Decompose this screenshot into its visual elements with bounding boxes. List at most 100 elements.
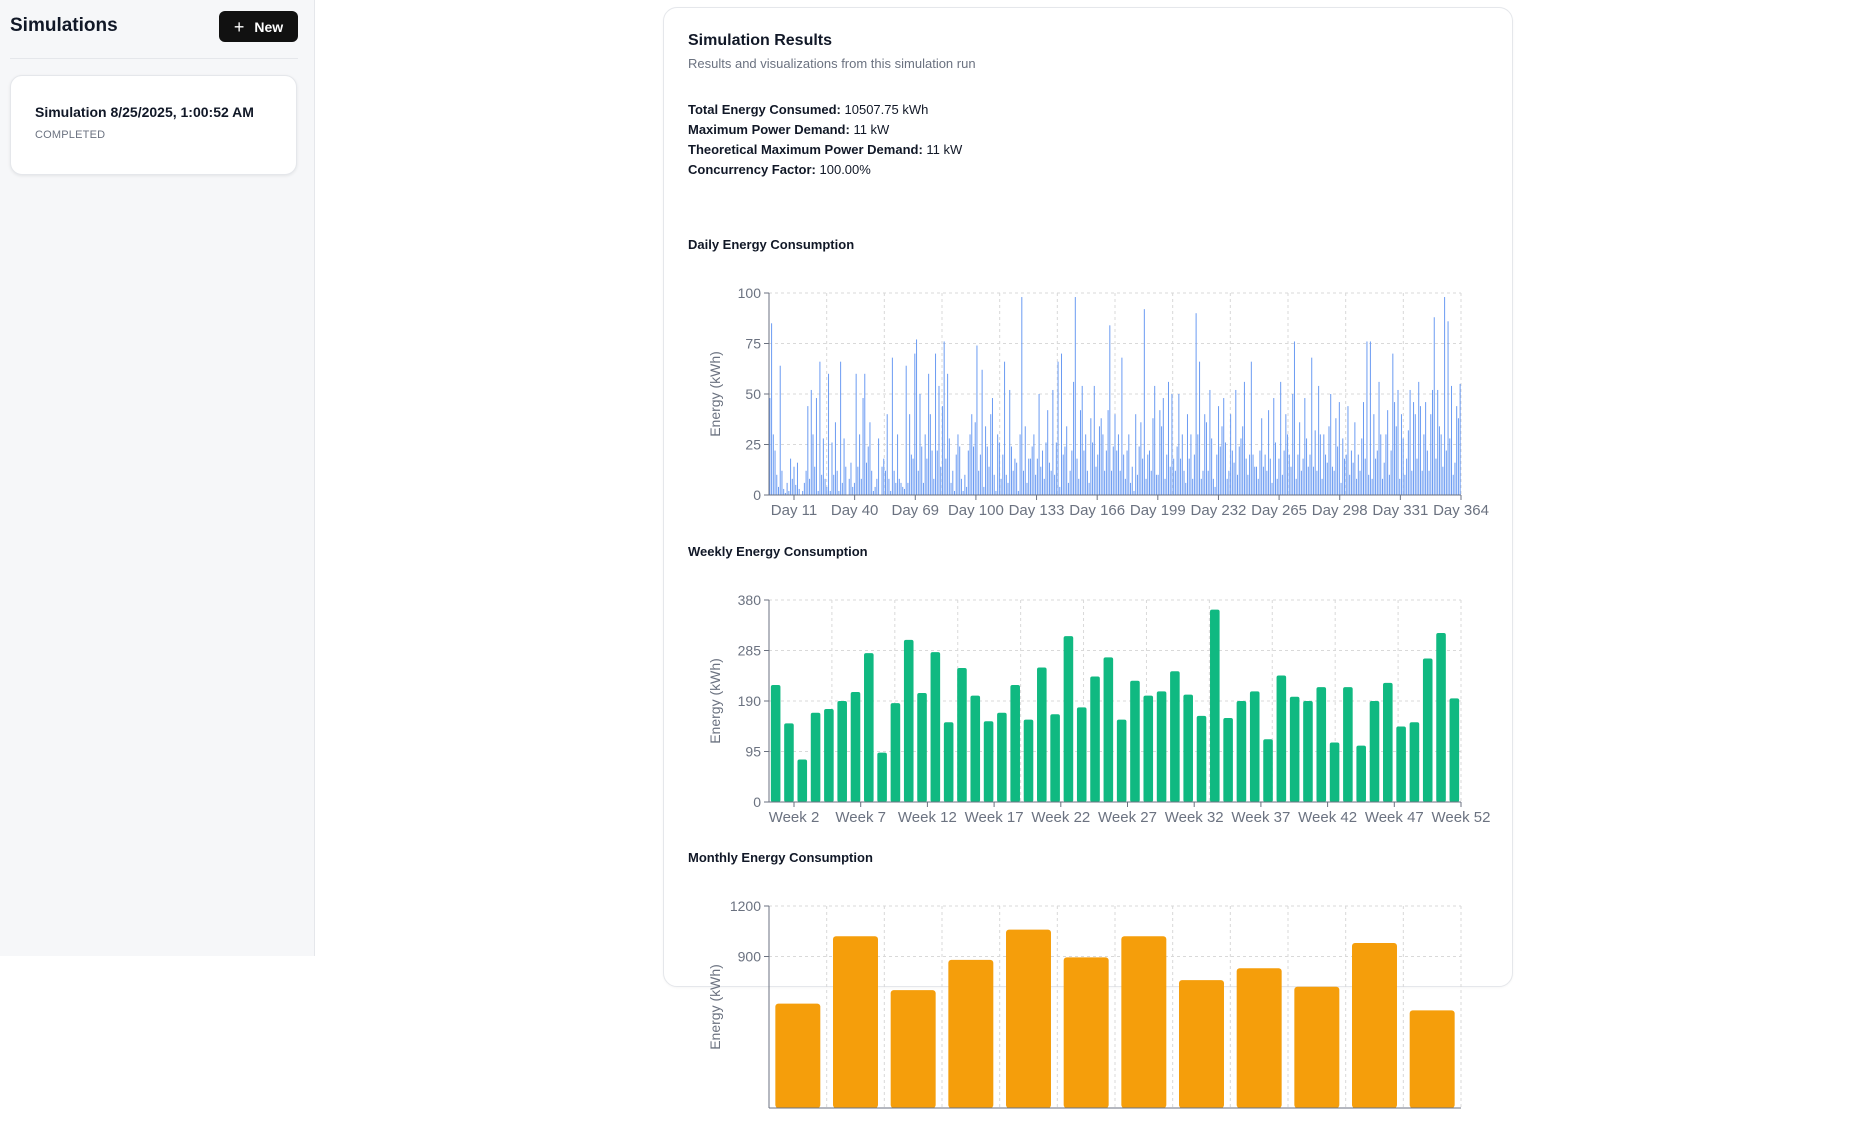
chart-bar <box>1454 462 1456 495</box>
chart-bar <box>1452 474 1454 495</box>
chart-bar <box>883 458 885 495</box>
chart-bar <box>848 478 850 495</box>
chart-bar <box>1240 438 1242 495</box>
chart-bar <box>888 478 890 495</box>
chart-bar <box>1028 458 1030 495</box>
chart-bar <box>1012 470 1014 495</box>
y-tick-label: 75 <box>745 336 761 352</box>
chart-bar <box>809 478 811 495</box>
chart-bar <box>1181 434 1183 495</box>
simulation-status: COMPLETED <box>35 129 106 141</box>
chart-bar <box>864 373 866 495</box>
chart-bar <box>881 466 883 495</box>
chart-bar <box>993 474 995 495</box>
chart-bar <box>824 708 834 802</box>
stat-label: Concurrency Factor: <box>688 162 816 177</box>
chart-bar <box>1142 458 1144 495</box>
chart-bar <box>1064 446 1066 495</box>
chart-bar <box>1081 385 1083 495</box>
chart-bar <box>1156 691 1167 802</box>
new-simulation-button[interactable]: + New <box>219 11 298 42</box>
chart-bar <box>1100 418 1102 495</box>
chart-bar <box>998 442 1000 495</box>
chart-bar <box>943 722 954 802</box>
chart-bar <box>1121 357 1123 495</box>
chart-bar <box>1354 422 1356 495</box>
chart-bar <box>836 470 838 495</box>
chart-bar <box>1247 474 1249 495</box>
stat-value: 11 kW <box>926 142 963 157</box>
chart-bar <box>948 959 994 1108</box>
x-tick-label: Week 32 <box>1165 809 1224 826</box>
chart-bar <box>1192 478 1194 495</box>
chart-bar <box>1274 442 1276 495</box>
chart-bar <box>986 446 988 495</box>
chart-bar <box>1002 454 1004 495</box>
sidebar: Simulations + New Simulation 8/25/2025, … <box>0 0 315 956</box>
chart-bar <box>777 486 779 495</box>
chart-bar <box>1268 410 1270 495</box>
chart-bar <box>1238 446 1240 495</box>
x-tick-label: Day 100 <box>948 502 1004 519</box>
chart-bar <box>1226 478 1228 495</box>
chart-bar <box>1103 657 1114 802</box>
chart-bar <box>1119 470 1121 495</box>
chart-bar <box>1038 394 1040 495</box>
chart-bar <box>897 434 899 495</box>
chart-bar <box>1392 353 1394 495</box>
chart-bar <box>1173 458 1175 495</box>
chart-bar <box>1023 470 1025 495</box>
chart-bar <box>860 478 862 495</box>
chart-bar <box>1231 450 1233 495</box>
chart-bar <box>936 450 938 495</box>
chart-bar <box>770 685 781 802</box>
chart-bar <box>1102 434 1104 495</box>
sidebar-header: Simulations + New <box>10 11 298 47</box>
x-tick-label: Week 12 <box>898 809 957 826</box>
chart-bar <box>919 394 921 495</box>
chart-bar <box>1381 478 1383 495</box>
chart-bar <box>1161 426 1163 495</box>
chart-bar <box>1293 341 1295 495</box>
chart-bar <box>1449 438 1451 495</box>
chart-bar <box>1078 478 1080 495</box>
chart-bar <box>1145 478 1147 495</box>
chart-bar <box>1200 478 1202 495</box>
chart-bar <box>1390 450 1392 495</box>
sidebar-title: Simulations <box>10 15 118 36</box>
chart-bar <box>1378 381 1380 495</box>
monthly-chart-title: Monthly Energy Consumption <box>688 850 873 865</box>
x-tick-label: Day 199 <box>1130 502 1186 519</box>
chart-bar <box>871 470 873 495</box>
chart-bar <box>822 438 824 495</box>
chart-bar <box>1228 470 1230 495</box>
chart-bar <box>1197 434 1199 495</box>
chart-bar <box>795 484 797 495</box>
chart-bar <box>1179 980 1224 1108</box>
chart-bar <box>1280 381 1282 495</box>
chart-bar <box>931 450 933 495</box>
simulation-list-item[interactable]: Simulation 8/25/2025, 1:00:52 AM COMPLET… <box>10 75 297 175</box>
chart-bar <box>1414 414 1416 495</box>
results-subtitle: Results and visualizations from this sim… <box>688 56 976 71</box>
chart-bar <box>974 422 976 495</box>
chart-bar <box>1233 462 1235 495</box>
x-tick-label: Day 331 <box>1372 502 1428 519</box>
chart-bar <box>983 486 985 495</box>
chart-bar <box>776 474 778 495</box>
chart-bar <box>828 373 830 495</box>
chart-bar <box>850 691 861 802</box>
chart-bar <box>876 478 878 495</box>
chart-bar <box>1067 482 1069 495</box>
x-tick-label: Week 27 <box>1098 809 1157 826</box>
chart-bar <box>1196 715 1207 802</box>
chart-bar <box>955 454 957 495</box>
chart-bar <box>1288 454 1290 495</box>
chart-bar <box>1109 325 1111 495</box>
chart-bar <box>1411 470 1413 495</box>
chart-bar <box>1368 474 1370 495</box>
chart-bar <box>1428 470 1430 495</box>
chart-bar <box>1281 474 1283 495</box>
chart-bar <box>1074 297 1076 495</box>
chart-bar <box>1266 470 1268 495</box>
